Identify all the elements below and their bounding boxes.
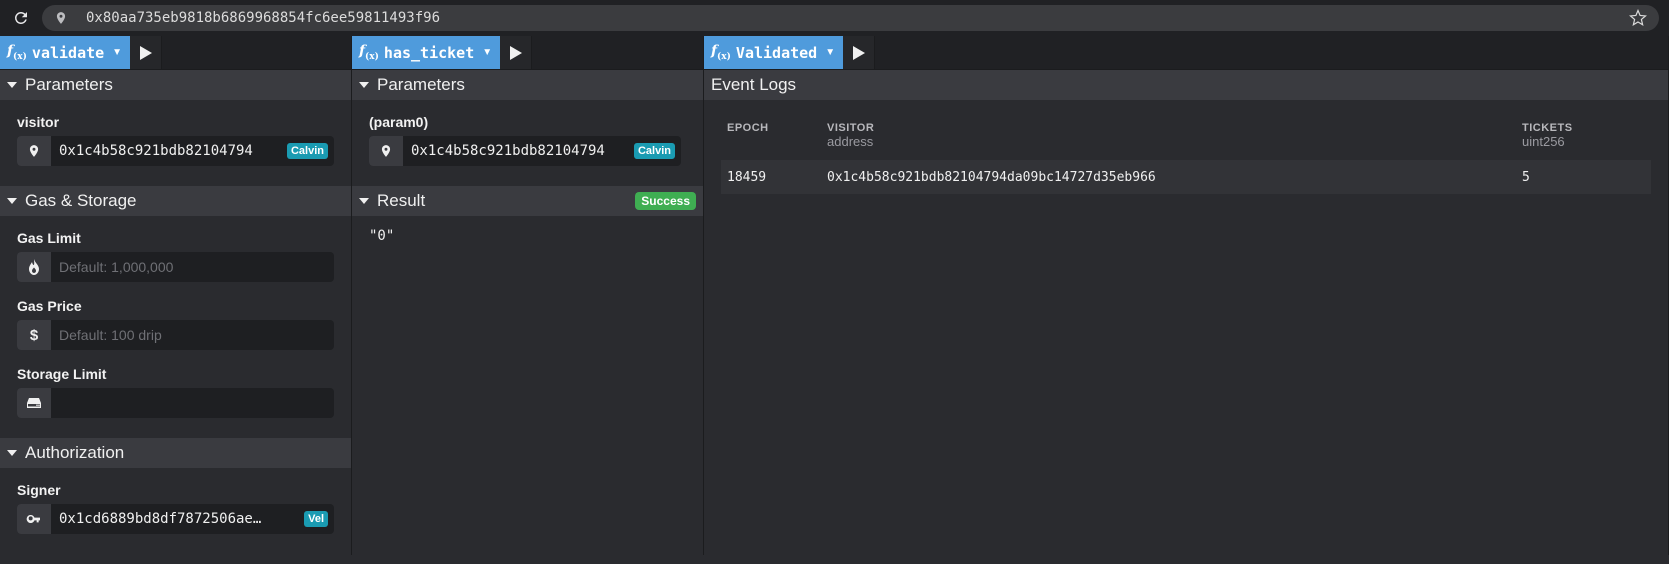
panels-container: f(x) validate ▼ Parameters visitor 0x1c4… — [0, 36, 1669, 555]
section-title: Event Logs — [711, 75, 796, 95]
column-header-epoch: EPOCH — [727, 122, 827, 134]
address-bar[interactable]: 0x80aa735eb9818b6869968854fc6ee59811493f… — [42, 5, 1659, 31]
dollar-icon: $ — [17, 320, 51, 350]
gas-price-label: Gas Price — [17, 298, 334, 314]
star-icon[interactable] — [1629, 9, 1647, 27]
key-icon — [17, 504, 51, 534]
status-badge: Success — [635, 192, 696, 210]
function-icon: f(x) — [359, 43, 379, 62]
section-header-result[interactable]: Result Success — [352, 186, 703, 216]
gas-storage-body: Gas Limit Default: 1,000,000 Gas Price $… — [0, 216, 351, 438]
storage-limit-label: Storage Limit — [17, 366, 334, 382]
panel-validate: f(x) validate ▼ Parameters visitor 0x1c4… — [0, 36, 352, 555]
function-bar: f(x) Validated ▼ — [704, 36, 1668, 70]
play-icon — [139, 45, 153, 61]
function-icon: f(x) — [711, 43, 731, 62]
section-title: Parameters — [25, 75, 113, 95]
chevron-down-icon: ▼ — [482, 47, 492, 58]
panel-has-ticket: f(x) has_ticket ▼ Parameters (param0) 0x… — [352, 36, 704, 555]
table-header: EPOCH VISITOR address TICKETS uint256 — [721, 114, 1651, 160]
signer-value: 0x1cd6889bd8df7872506ae… — [51, 511, 304, 527]
gas-price-input[interactable]: $ Default: 100 drip — [17, 320, 334, 350]
play-icon — [509, 45, 523, 61]
visitor-cell: 0x1c4b58c921bdb82104794da09bc14727d35eb9… — [827, 170, 1522, 185]
location-pin-icon — [17, 136, 51, 166]
run-button[interactable] — [130, 36, 162, 69]
address-tag: Calvin — [287, 143, 328, 159]
run-button[interactable] — [500, 36, 532, 69]
event-logs-table: EPOCH VISITOR address TICKETS uint256 18… — [704, 100, 1668, 208]
signer-label: Signer — [17, 482, 334, 498]
signer-select[interactable]: 0x1cd6889bd8df7872506ae… Vel — [17, 504, 334, 534]
function-bar: f(x) has_ticket ▼ — [352, 36, 703, 70]
param0-label: (param0) — [369, 114, 686, 130]
section-title: Gas & Storage — [25, 191, 137, 211]
caret-down-icon — [7, 450, 17, 456]
column-header-tickets: TICKETS uint256 — [1522, 122, 1645, 149]
section-header-authorization[interactable]: Authorization — [0, 438, 351, 468]
param0-input[interactable]: 0x1c4b58c921bdb82104794 Calvin — [369, 136, 681, 166]
address-tag: Calvin — [634, 143, 675, 159]
parameters-body: visitor 0x1c4b58c921bdb82104794 Calvin — [0, 100, 351, 186]
section-header-event-logs: Event Logs — [704, 70, 1668, 100]
function-selector-validated[interactable]: f(x) Validated ▼ — [704, 36, 843, 69]
section-header-parameters[interactable]: Parameters — [0, 70, 351, 100]
refresh-icon[interactable] — [10, 7, 32, 29]
parameters-body: (param0) 0x1c4b58c921bdb82104794 Calvin — [352, 100, 703, 186]
gas-limit-input[interactable]: Default: 1,000,000 — [17, 252, 334, 282]
location-pin-icon — [369, 136, 403, 166]
function-name: has_ticket — [384, 44, 474, 62]
caret-down-icon — [7, 198, 17, 204]
function-name: Validated — [736, 44, 817, 62]
gas-limit-placeholder: Default: 1,000,000 — [51, 259, 334, 275]
visitor-input[interactable]: 0x1c4b58c921bdb82104794 Calvin — [17, 136, 334, 166]
storage-drive-icon — [17, 388, 51, 418]
column-header-visitor: VISITOR address — [827, 122, 1522, 149]
visitor-value: 0x1c4b58c921bdb82104794 — [51, 143, 287, 159]
storage-limit-input[interactable] — [17, 388, 334, 418]
run-button[interactable] — [843, 36, 875, 69]
function-bar: f(x) validate ▼ — [0, 36, 351, 70]
param0-value: 0x1c4b58c921bdb82104794 — [403, 143, 634, 159]
panel-validated: f(x) Validated ▼ Event Logs EPOCH VISITO… — [704, 36, 1669, 555]
function-icon: f(x) — [7, 43, 27, 62]
section-title: Result — [377, 191, 425, 211]
chevron-down-icon: ▼ — [112, 47, 122, 58]
visitor-label: visitor — [17, 114, 334, 130]
section-header-gas-storage[interactable]: Gas & Storage — [0, 186, 351, 216]
tickets-cell: 5 — [1522, 170, 1645, 185]
caret-down-icon — [7, 82, 17, 88]
caret-down-icon — [359, 198, 369, 204]
browser-toolbar: 0x80aa735eb9818b6869968854fc6ee59811493f… — [0, 0, 1669, 36]
caret-down-icon — [359, 82, 369, 88]
epoch-cell: 18459 — [727, 170, 827, 185]
function-name: validate — [32, 44, 104, 62]
section-title: Authorization — [25, 443, 124, 463]
address-value: 0x80aa735eb9818b6869968854fc6ee59811493f… — [86, 10, 1629, 26]
result-value: "0" — [352, 216, 703, 256]
authorization-body: Signer 0x1cd6889bd8df7872506ae… Vel — [0, 468, 351, 564]
section-title: Parameters — [377, 75, 465, 95]
section-header-parameters[interactable]: Parameters — [352, 70, 703, 100]
location-pin-icon — [54, 10, 70, 26]
signer-tag: Vel — [304, 511, 328, 527]
table-row[interactable]: 18459 0x1c4b58c921bdb82104794da09bc14727… — [721, 160, 1651, 194]
function-selector-validate[interactable]: f(x) validate ▼ — [0, 36, 130, 69]
chevron-down-icon: ▼ — [825, 47, 835, 58]
play-icon — [852, 45, 866, 61]
function-selector-has-ticket[interactable]: f(x) has_ticket ▼ — [352, 36, 500, 69]
gas-price-placeholder: Default: 100 drip — [51, 327, 334, 343]
gas-limit-label: Gas Limit — [17, 230, 334, 246]
flame-icon — [17, 252, 51, 282]
